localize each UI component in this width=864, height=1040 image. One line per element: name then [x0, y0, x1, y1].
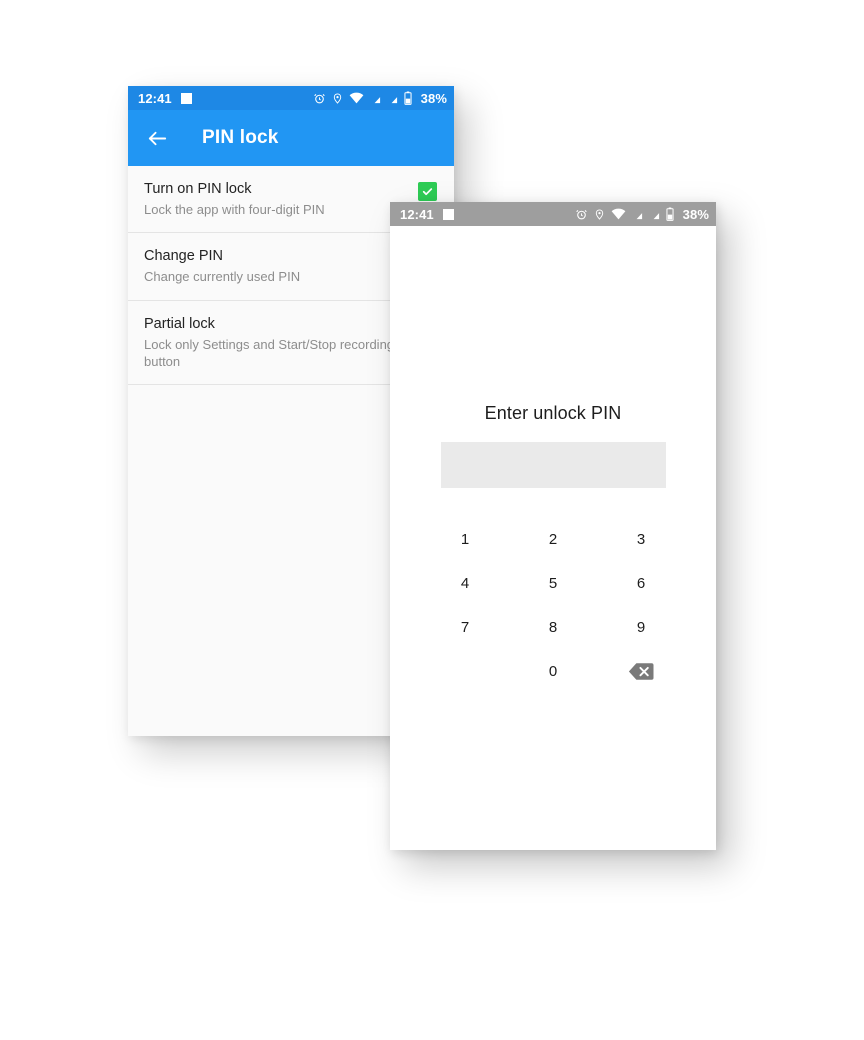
keypad-key-9[interactable]: 9 — [597, 605, 685, 649]
unlock-status-bar: 12:41 38% — [390, 202, 716, 226]
unlock-prompt-label: Enter unlock PIN — [484, 403, 622, 423]
arrow-back-icon[interactable] — [144, 125, 170, 151]
keypad-key-2[interactable]: 2 — [509, 517, 597, 561]
alarm-icon — [313, 92, 326, 105]
battery-icon — [666, 207, 674, 221]
list-item-title: Partial lock — [144, 315, 215, 332]
keypad-key-8[interactable]: 8 — [509, 605, 597, 649]
signal-1-icon — [370, 93, 381, 104]
list-item-summary: Change currently used PIN — [144, 269, 301, 285]
list-item-summary: Lock only Settings and Start/Stop record… — [144, 336, 395, 369]
signal-2-icon — [387, 93, 398, 104]
list-item-widget[interactable] — [416, 180, 438, 201]
battery-percent-label: 38% — [420, 90, 447, 106]
keypad-key-3[interactable]: 3 — [597, 517, 685, 561]
keypad-key-6[interactable]: 6 — [597, 561, 685, 605]
unlock-phone-panel: 12:41 38% Enter unlock PIN 1 2 3 4 5 6 7… — [390, 202, 716, 850]
app-toolbar: PIN lock — [128, 110, 454, 166]
keypad-key-7[interactable]: 7 — [421, 605, 509, 649]
screenshot-square-icon — [442, 208, 454, 220]
list-item-text: Change PIN Change currently used PIN — [144, 247, 416, 285]
keypad-key-4[interactable]: 4 — [421, 561, 509, 605]
unlock-screen-body: Enter unlock PIN 1 2 3 4 5 6 7 8 9 0 — [390, 226, 716, 850]
signal-1-icon — [632, 209, 643, 220]
wifi-icon — [349, 92, 364, 104]
location-icon — [332, 92, 343, 105]
checkbox-checked-icon[interactable] — [417, 182, 437, 201]
signal-2-icon — [649, 209, 660, 220]
status-bar-time: 12:41 — [400, 206, 434, 222]
status-bar-icons: 38% — [313, 91, 447, 106]
backspace-icon[interactable] — [597, 649, 685, 693]
page-title: PIN lock — [202, 127, 279, 148]
settings-status-bar: 12:41 38% — [128, 86, 454, 110]
pin-keypad: 1 2 3 4 5 6 7 8 9 0 — [421, 517, 685, 693]
status-bar-time: 12:41 — [138, 90, 172, 106]
location-icon — [594, 208, 605, 221]
battery-percent-label: 38% — [682, 206, 709, 222]
screenshot-square-icon — [180, 92, 192, 104]
pin-input[interactable] — [440, 442, 666, 488]
battery-icon — [404, 91, 412, 105]
wifi-icon — [611, 208, 626, 220]
keypad-key-1[interactable]: 1 — [421, 517, 509, 561]
status-bar-icons: 38% — [575, 207, 709, 222]
list-item-title: Turn on PIN lock — [144, 181, 252, 197]
list-item-summary: Lock the app with four-digit PIN — [144, 202, 325, 218]
keypad-key-5[interactable]: 5 — [509, 561, 597, 605]
keypad-key-0[interactable]: 0 — [509, 649, 597, 693]
list-item-title: Change PIN — [144, 248, 223, 265]
list-item-text: Partial lock Lock only Settings and Star… — [144, 315, 416, 370]
list-item-text: Turn on PIN lock Lock the app with four-… — [144, 180, 416, 218]
alarm-icon — [575, 208, 588, 221]
